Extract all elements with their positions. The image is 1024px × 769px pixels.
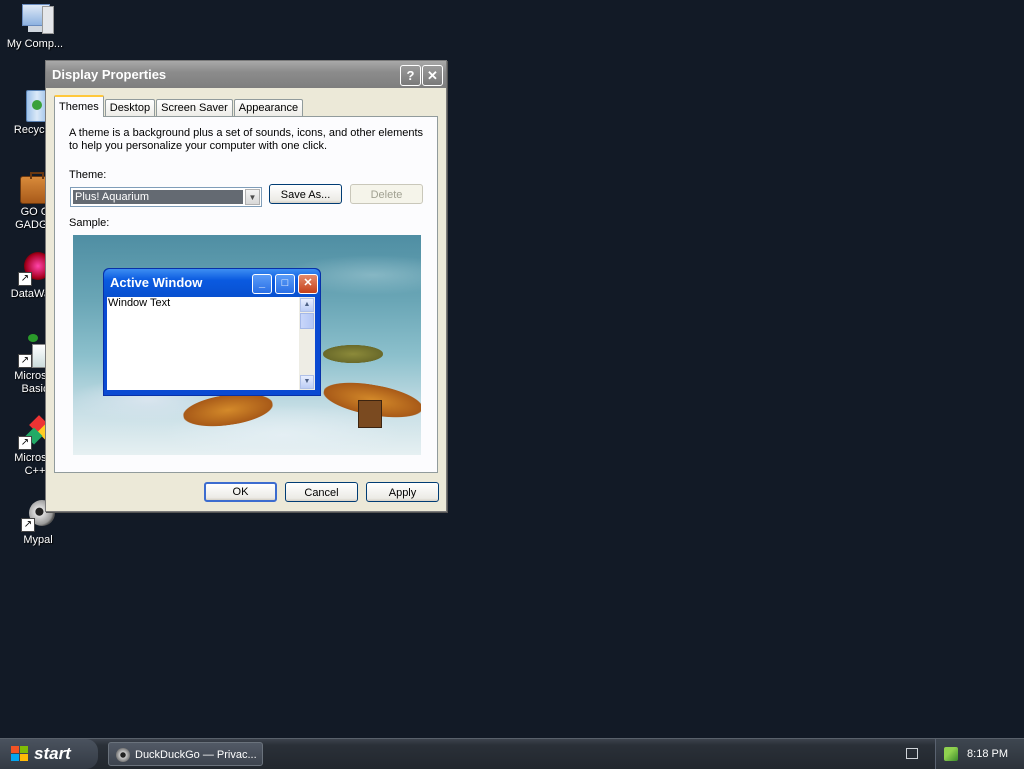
shortcut-arrow-icon: ↗: [18, 436, 32, 450]
scroll-thumb: [300, 313, 314, 329]
windows-logo-icon: [11, 746, 29, 762]
system-tray: 8:18 PM: [935, 739, 1024, 769]
preview-window-text: Window Text: [108, 297, 171, 309]
taskbar: start DuckDuckGo — Privac... 8:18 PM: [0, 738, 1024, 769]
preview-window-title-text: Active Window: [110, 275, 203, 290]
theme-dropdown-value: Plus! Aquarium: [73, 190, 243, 204]
computer-icon: [18, 2, 54, 36]
scroll-down-icon: ▼: [300, 375, 314, 389]
network-icon[interactable]: [944, 747, 958, 761]
shortcut-arrow-icon: ↗: [18, 354, 32, 368]
close-icon: ✕: [298, 274, 318, 294]
theme-label: Theme:: [69, 169, 107, 181]
ok-button[interactable]: OK: [204, 482, 277, 502]
desktop-icon-my-computer[interactable]: My Comp...: [0, 2, 70, 51]
tab-themes[interactable]: Themes: [54, 95, 104, 117]
dialog-titlebar[interactable]: Display Properties ? ✕: [46, 61, 446, 88]
tab-strip: Themes Desktop Screen Saver Appearance: [54, 95, 304, 117]
chevron-down-icon[interactable]: ▼: [245, 189, 260, 205]
apply-button[interactable]: Apply: [366, 482, 439, 502]
start-label: start: [34, 744, 71, 763]
clock[interactable]: 8:18 PM: [967, 739, 1008, 769]
start-button[interactable]: start: [0, 739, 98, 769]
close-button[interactable]: ✕: [422, 65, 443, 86]
sample-label: Sample:: [69, 217, 110, 229]
themes-panel: A theme is a background plus a set of so…: [54, 116, 438, 473]
keyboard-icon[interactable]: [906, 748, 918, 759]
tab-screen-saver[interactable]: Screen Saver: [156, 99, 233, 117]
shortcut-arrow-icon: ↗: [18, 272, 32, 286]
dialog-title: Display Properties: [52, 67, 167, 82]
display-properties-dialog: Display Properties ? ✕ Themes Desktop Sc…: [45, 60, 447, 512]
shortcut-arrow-icon: ↗: [21, 518, 35, 532]
preview-active-window: Active Window _ □ ✕ Window Text ▲ ▼: [103, 268, 321, 396]
preview-window-body: Window Text ▲ ▼: [107, 297, 315, 390]
taskbar-button-browser[interactable]: DuckDuckGo — Privac...: [108, 742, 263, 766]
treasure-chest-image: [358, 400, 382, 428]
save-as-button[interactable]: Save As...: [269, 184, 342, 204]
taskbar-button-label: DuckDuckGo — Privac...: [135, 749, 257, 761]
starfish-image: [323, 345, 383, 363]
raccoon-icon: [116, 748, 130, 762]
preview-scrollbar: ▲ ▼: [299, 297, 315, 390]
preview-window-title: Active Window _ □ ✕: [104, 269, 320, 297]
cancel-button[interactable]: Cancel: [285, 482, 358, 502]
scroll-up-icon: ▲: [300, 298, 314, 312]
minimize-icon: _: [252, 274, 272, 294]
help-button[interactable]: ?: [400, 65, 421, 86]
theme-dropdown[interactable]: Plus! Aquarium ▼: [70, 187, 262, 207]
desktop-icon-label: My Comp...: [6, 38, 64, 50]
tab-desktop[interactable]: Desktop: [104, 99, 156, 117]
theme-description: A theme is a background plus a set of so…: [69, 127, 424, 152]
tab-appearance[interactable]: Appearance: [233, 99, 304, 117]
delete-button[interactable]: Delete: [350, 184, 423, 204]
desktop-icon-label: Mypal: [23, 534, 53, 546]
maximize-icon: □: [275, 274, 295, 294]
theme-preview: Active Window _ □ ✕ Window Text ▲ ▼: [73, 235, 421, 455]
